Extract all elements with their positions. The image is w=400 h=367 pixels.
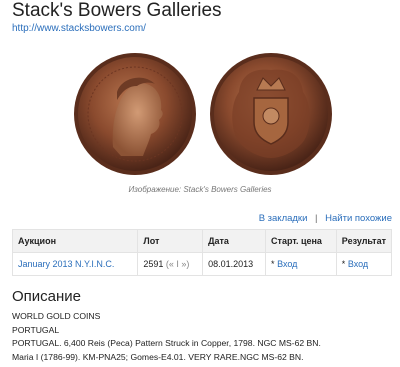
result-cell: * Вход: [335, 252, 393, 276]
start-price-login-link[interactable]: Вход: [277, 259, 297, 269]
description-line: PORTUGAL. 6,400 Reis (Peca) Pattern Stru…: [12, 338, 321, 348]
result-marker: *: [341, 259, 346, 269]
description-heading: Описание: [12, 288, 82, 305]
header-start-price: Старт. цена: [265, 229, 337, 253]
description-line: PORTUGAL: [12, 324, 60, 335]
description-body: WORLD GOLD COINS PORTUGAL PORTUGAL. 6,40…: [12, 310, 321, 364]
header-auction: Аукцион: [11, 229, 139, 253]
coin-obverse: [74, 53, 196, 175]
source-url-link[interactable]: http://www.stacksbowers.com/: [12, 23, 146, 34]
start-price-cell: * Вход: [265, 252, 337, 276]
description-line: Maria I (1786-99). KM-PNA25; Gomes-E4.01…: [12, 351, 304, 362]
find-similar-link[interactable]: Найти похожие: [325, 213, 392, 224]
page-title: Stack's Bowers Galleries: [12, 0, 222, 21]
table-header-row: Аукцион Лот Дата Старт. цена Результат: [11, 229, 393, 253]
table-row: January 2013 N.Y.I.N.C. 2591 (« I ») 08.…: [11, 252, 393, 276]
description-line: WORLD GOLD COINS: [12, 311, 101, 321]
result-login-link[interactable]: Вход: [348, 259, 368, 269]
auction-cell: January 2013 N.Y.I.N.C.: [11, 252, 139, 276]
lot-navigation[interactable]: (« I »): [166, 259, 190, 269]
actions-bar: В закладки | Найти похожие: [259, 213, 392, 224]
date-cell: 08.01.2013: [202, 252, 267, 276]
bookmark-link[interactable]: В закладки: [259, 213, 308, 224]
coin-image: [74, 53, 332, 175]
lot-cell: 2591 (« I »): [137, 252, 204, 276]
lot-table: Аукцион Лот Дата Старт. цена Результат J…: [11, 229, 393, 276]
lot-number: 2591: [143, 259, 164, 269]
image-caption: Изображение: Stack's Bowers Galleries: [128, 185, 272, 194]
actions-separator: |: [315, 213, 318, 224]
header-result: Результат: [335, 229, 393, 253]
start-price-marker: *: [271, 259, 275, 269]
coin-reverse: [210, 53, 332, 175]
header-lot: Лот: [137, 229, 204, 253]
header-date: Дата: [202, 229, 267, 253]
auction-link[interactable]: January 2013 N.Y.I.N.C.: [18, 259, 114, 269]
